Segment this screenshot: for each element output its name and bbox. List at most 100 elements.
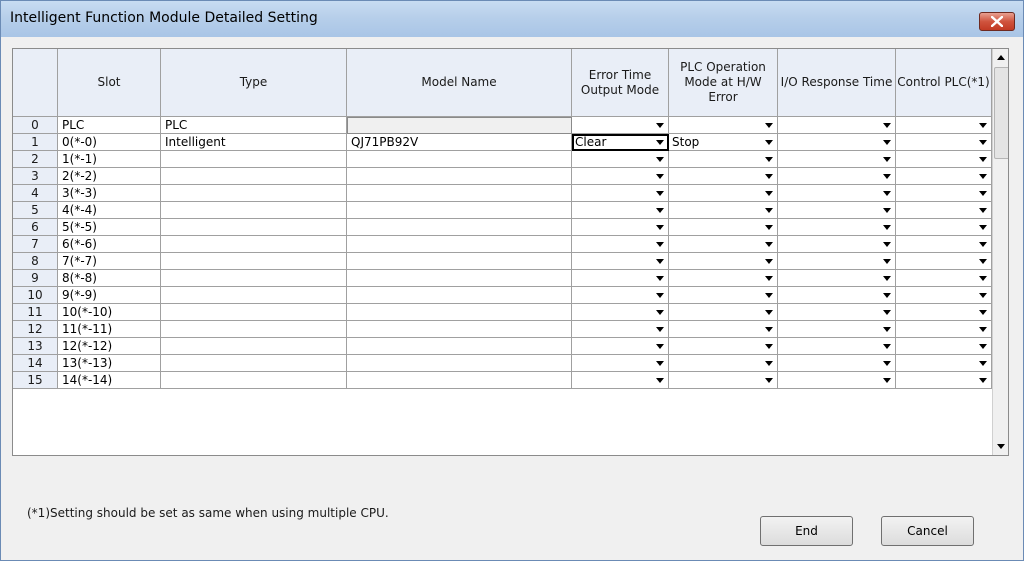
scroll-down-button[interactable]	[993, 438, 1008, 455]
slot-cell[interactable]: 11(*-11)	[58, 321, 161, 338]
chevron-down-icon[interactable]	[883, 327, 891, 332]
type-cell[interactable]	[161, 372, 347, 389]
type-cell[interactable]	[161, 321, 347, 338]
model-name-cell[interactable]	[347, 202, 572, 219]
model-name-cell[interactable]	[347, 236, 572, 253]
chevron-down-icon[interactable]	[765, 276, 773, 281]
error-time-dropdown[interactable]	[572, 338, 669, 355]
type-cell[interactable]	[161, 151, 347, 168]
chevron-down-icon[interactable]	[765, 378, 773, 383]
model-name-cell[interactable]	[347, 219, 572, 236]
model-name-cell[interactable]: QJ71PB92V	[347, 134, 572, 151]
chevron-down-icon[interactable]	[883, 208, 891, 213]
io-response-dropdown[interactable]	[778, 270, 896, 287]
chevron-down-icon[interactable]	[765, 310, 773, 315]
io-response-dropdown[interactable]	[778, 372, 896, 389]
type-cell[interactable]: PLC	[161, 117, 347, 134]
control-plc-dropdown[interactable]	[896, 151, 992, 168]
plc-operation-dropdown[interactable]	[669, 270, 778, 287]
control-plc-dropdown[interactable]	[896, 236, 992, 253]
chevron-down-icon[interactable]	[656, 225, 664, 230]
io-response-dropdown[interactable]	[778, 134, 896, 151]
io-response-dropdown[interactable]	[778, 151, 896, 168]
vertical-scrollbar[interactable]	[992, 49, 1008, 455]
chevron-down-icon[interactable]	[979, 208, 987, 213]
chevron-down-icon[interactable]	[765, 191, 773, 196]
slot-cell[interactable]: 8(*-8)	[58, 270, 161, 287]
chevron-down-icon[interactable]	[656, 191, 664, 196]
plc-operation-dropdown[interactable]	[669, 253, 778, 270]
chevron-down-icon[interactable]	[656, 276, 664, 281]
chevron-down-icon[interactable]	[765, 293, 773, 298]
chevron-down-icon[interactable]	[656, 361, 664, 366]
slot-cell[interactable]: 13(*-13)	[58, 355, 161, 372]
control-plc-dropdown[interactable]	[896, 321, 992, 338]
scroll-thumb[interactable]	[994, 67, 1008, 159]
slot-cell[interactable]: 10(*-10)	[58, 304, 161, 321]
io-response-dropdown[interactable]	[778, 202, 896, 219]
control-plc-dropdown[interactable]	[896, 304, 992, 321]
type-cell[interactable]	[161, 287, 347, 304]
io-response-dropdown[interactable]	[778, 185, 896, 202]
type-cell[interactable]	[161, 185, 347, 202]
error-time-dropdown[interactable]	[572, 219, 669, 236]
chevron-down-icon[interactable]	[656, 293, 664, 298]
control-plc-dropdown[interactable]	[896, 117, 992, 134]
scroll-up-button[interactable]	[993, 49, 1008, 66]
chevron-down-icon[interactable]	[979, 327, 987, 332]
chevron-down-icon[interactable]	[979, 361, 987, 366]
chevron-down-icon[interactable]	[765, 361, 773, 366]
chevron-down-icon[interactable]	[979, 276, 987, 281]
model-name-cell[interactable]	[347, 185, 572, 202]
error-time-dropdown[interactable]	[572, 372, 669, 389]
type-cell[interactable]	[161, 338, 347, 355]
plc-operation-dropdown[interactable]	[669, 372, 778, 389]
plc-operation-dropdown[interactable]	[669, 151, 778, 168]
error-time-dropdown[interactable]	[572, 355, 669, 372]
type-cell[interactable]: Intelligent	[161, 134, 347, 151]
chevron-down-icon[interactable]	[883, 123, 891, 128]
chevron-down-icon[interactable]	[883, 361, 891, 366]
slot-cell[interactable]: 0(*-0)	[58, 134, 161, 151]
chevron-down-icon[interactable]	[765, 225, 773, 230]
control-plc-dropdown[interactable]	[896, 270, 992, 287]
io-response-dropdown[interactable]	[778, 219, 896, 236]
chevron-down-icon[interactable]	[883, 242, 891, 247]
io-response-dropdown[interactable]	[778, 304, 896, 321]
plc-operation-dropdown[interactable]: Stop	[669, 134, 778, 151]
chevron-down-icon[interactable]	[656, 327, 664, 332]
slot-cell[interactable]: 6(*-6)	[58, 236, 161, 253]
chevron-down-icon[interactable]	[765, 344, 773, 349]
type-cell[interactable]	[161, 270, 347, 287]
control-plc-dropdown[interactable]	[896, 338, 992, 355]
chevron-down-icon[interactable]	[979, 293, 987, 298]
chevron-down-icon[interactable]	[979, 259, 987, 264]
plc-operation-dropdown[interactable]	[669, 185, 778, 202]
slot-cell[interactable]: 5(*-5)	[58, 219, 161, 236]
chevron-down-icon[interactable]	[979, 344, 987, 349]
type-cell[interactable]	[161, 168, 347, 185]
chevron-down-icon[interactable]	[765, 242, 773, 247]
chevron-down-icon[interactable]	[979, 157, 987, 162]
chevron-down-icon[interactable]	[765, 259, 773, 264]
chevron-down-icon[interactable]	[883, 157, 891, 162]
cancel-button[interactable]: Cancel	[881, 516, 974, 546]
plc-operation-dropdown[interactable]	[669, 321, 778, 338]
chevron-down-icon[interactable]	[979, 225, 987, 230]
chevron-down-icon[interactable]	[883, 344, 891, 349]
control-plc-dropdown[interactable]	[896, 168, 992, 185]
model-name-cell[interactable]	[347, 287, 572, 304]
error-time-dropdown[interactable]	[572, 253, 669, 270]
type-cell[interactable]	[161, 355, 347, 372]
error-time-dropdown[interactable]: Clear	[572, 134, 669, 151]
slot-cell[interactable]: 12(*-12)	[58, 338, 161, 355]
error-time-dropdown[interactable]	[572, 185, 669, 202]
chevron-down-icon[interactable]	[883, 378, 891, 383]
chevron-down-icon[interactable]	[979, 174, 987, 179]
type-cell[interactable]	[161, 304, 347, 321]
control-plc-dropdown[interactable]	[896, 134, 992, 151]
chevron-down-icon[interactable]	[656, 242, 664, 247]
plc-operation-dropdown[interactable]	[669, 168, 778, 185]
plc-operation-dropdown[interactable]	[669, 355, 778, 372]
chevron-down-icon[interactable]	[883, 276, 891, 281]
